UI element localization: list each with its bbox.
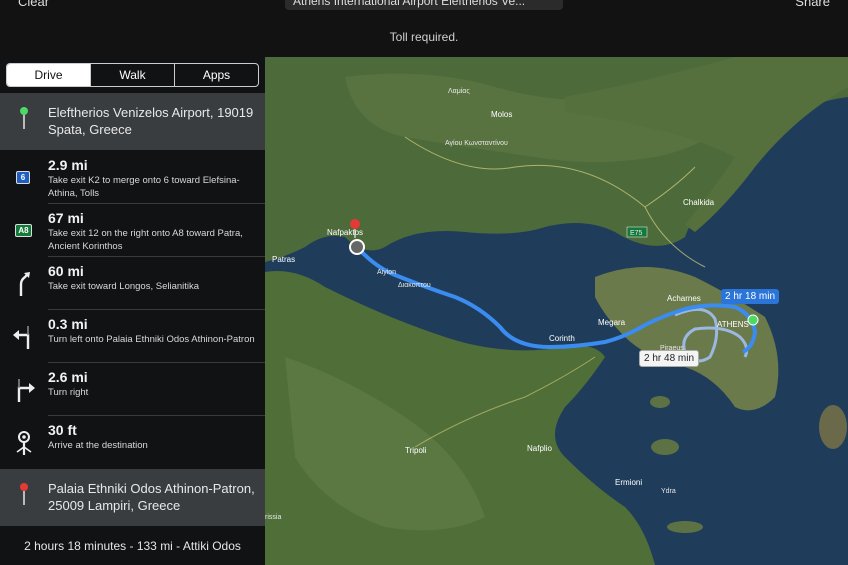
- kea-island: [819, 405, 847, 449]
- end-address: Palaia Ethniki Odos Athinon-Patron, 2500…: [48, 481, 255, 513]
- red-pin-icon: [19, 483, 29, 507]
- route-step[interactable]: 2.6 mi Turn right: [0, 363, 265, 416]
- map-label-corinth: Corinth: [549, 334, 575, 343]
- map-label-chalkida: Chalkida: [683, 198, 715, 207]
- step-distance: 60 mi: [48, 263, 84, 279]
- a8-highway-shield-icon: A8: [15, 224, 32, 237]
- map-label-aigion: Aiyion: [377, 269, 396, 276]
- map-label-athens: ATHENS: [717, 320, 749, 329]
- tab-walk[interactable]: Walk: [91, 64, 175, 86]
- route-step[interactable]: 60 mi Take exit toward Longos, Selianiti…: [0, 257, 265, 310]
- step-distance: 2.9 mi: [48, 157, 88, 173]
- map-label-agiou-konstantinou: Αγίου Κωνσταντίνου: [445, 139, 508, 147]
- map-label-patras: Patras: [272, 255, 295, 264]
- step-instruction: Take exit toward Longos, Selianitika: [48, 281, 200, 292]
- clear-button[interactable]: Clear: [18, 0, 49, 9]
- green-pin-icon: [19, 107, 29, 131]
- map-label-megara: Megara: [598, 318, 626, 327]
- turn-left-arrow-icon: [13, 326, 30, 349]
- tab-drive[interactable]: Drive: [7, 64, 91, 86]
- map-label-nafplio: Nafplio: [527, 444, 552, 453]
- alternate-route-time-callout[interactable]: 2 hr 48 min: [639, 350, 700, 367]
- map-label-diakoptou: Διακοπτου: [398, 282, 431, 289]
- directions-panel: Drive Walk Apps Eleftherios Venizelos Ai…: [0, 57, 265, 565]
- share-button[interactable]: Share: [795, 0, 830, 9]
- map-label-e75: E75: [630, 230, 643, 237]
- top-bar: Clear Athens International Airport Eleft…: [0, 0, 848, 57]
- destination-field[interactable]: Athens International Airport Eleftherios…: [285, 0, 563, 10]
- end-location[interactable]: Palaia Ethniki Odos Athinon-Patron, 2500…: [0, 469, 265, 526]
- tab-apps[interactable]: Apps: [175, 64, 258, 86]
- route-start-marker[interactable]: [349, 239, 365, 255]
- green-pin-icon[interactable]: [747, 314, 759, 326]
- map-label-acharnes: Acharnes: [667, 294, 701, 303]
- step-instruction: Take exit K2 to merge onto 6 toward Elef…: [48, 175, 240, 199]
- bear-right-arrow-icon: [19, 272, 30, 296]
- step-distance: 0.3 mi: [48, 316, 88, 332]
- step-distance: 2.6 mi: [48, 369, 88, 385]
- salamina-island: [650, 396, 670, 408]
- step-instruction: Turn right: [48, 387, 89, 398]
- turn-right-arrow-icon: [17, 379, 35, 402]
- step-distance: 67 mi: [48, 210, 84, 226]
- transport-mode-tabs: Drive Walk Apps: [6, 63, 259, 87]
- route-step[interactable]: A8 67 mi Take exit 12 on the right onto …: [0, 204, 265, 257]
- route-step[interactable]: 0.3 mi Turn left onto Palaia Ethniki Odo…: [0, 310, 265, 363]
- step-distance: 30 ft: [48, 422, 77, 438]
- arrive-destination-icon: [16, 431, 32, 455]
- route-step[interactable]: 6 2.9 mi Take exit K2 to merge onto 6 to…: [0, 151, 265, 204]
- step-instruction: Arrive at the destination: [48, 440, 148, 451]
- highway-6-shield-icon: 6: [16, 171, 30, 184]
- map-label-lamia: Λαμίας: [448, 87, 470, 95]
- ydra-island: [667, 521, 703, 533]
- map-label-nafpaktos: Nafpaktos: [327, 228, 363, 237]
- start-address: Eleftherios Venizelos Airport, 19019 Spa…: [48, 105, 254, 137]
- toll-notice: Toll required.: [389, 30, 459, 44]
- primary-route-time-callout[interactable]: 2 hr 18 min: [721, 289, 780, 304]
- aegina-island: [651, 439, 679, 455]
- step-instruction: Turn left onto Palaia Ethniki Odos Athin…: [48, 334, 255, 345]
- map-view[interactable]: E75 Λαμίας Molos Αγίου Κωνσταντίνου Chal…: [265, 57, 848, 565]
- map-label-tripoli: Tripoli: [405, 446, 427, 455]
- step-instruction: Take exit 12 on the right onto A8 toward…: [48, 228, 243, 252]
- map-label-ermioni: Ermioni: [615, 478, 642, 487]
- route-summary: 2 hours 18 minutes - 133 mi - Attiki Odo…: [24, 539, 241, 553]
- start-location[interactable]: Eleftherios Venizelos Airport, 19019 Spa…: [0, 93, 265, 150]
- map-label-krissia: rissia: [265, 514, 281, 521]
- map-label-molos: Molos: [491, 110, 512, 119]
- map-label-ydra: Ydra: [661, 488, 676, 495]
- route-step[interactable]: 30 ft Arrive at the destination: [0, 416, 265, 469]
